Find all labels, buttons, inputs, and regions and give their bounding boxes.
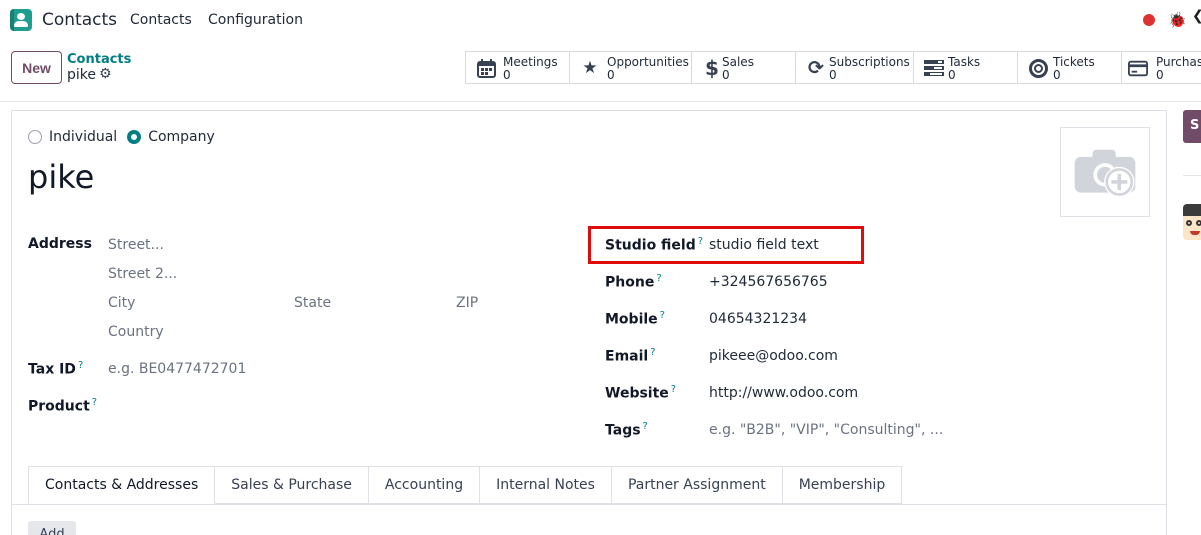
country-select[interactable]: Country [108, 324, 164, 340]
credit-card-icon [1128, 58, 1148, 78]
phone-input[interactable]: +324567656765 [709, 274, 828, 290]
radio-company[interactable] [127, 130, 142, 144]
subscriptions-count: 0 [829, 68, 837, 82]
mobile-help-icon[interactable]: ? [660, 310, 665, 321]
add-photo-camera-icon [1074, 149, 1136, 198]
tab-contacts-addresses[interactable]: Contacts & Addresses [28, 466, 216, 504]
state-select[interactable]: State [294, 295, 331, 311]
phone-help-icon[interactable]: ? [656, 273, 661, 284]
tab-sales-purchase[interactable]: Sales & Purchase [215, 466, 369, 504]
contacts-app-icon[interactable] [10, 9, 32, 31]
notebook-tabs: Contacts & Addresses Sales & Purchase Ac… [28, 466, 903, 504]
tabs-baseline [12, 504, 1166, 505]
breadcrumb-parent[interactable]: Contacts [67, 52, 131, 67]
tasks-label: Tasks [948, 55, 981, 69]
email-input[interactable]: pikeee@odoo.com [709, 348, 838, 364]
meetings-button[interactable]: Meetings 0 [466, 52, 570, 83]
tab-partner-assignment[interactable]: Partner Assignment [611, 466, 783, 504]
company-type-radio: Individual Company [28, 129, 225, 145]
tab-accounting[interactable]: Accounting [368, 466, 481, 504]
email-label: Email? [605, 347, 656, 365]
control-panel-divider [0, 101, 1201, 102]
top-navbar: Contacts Contacts Configuration 🐞 ❮ [0, 0, 1201, 40]
mobile-input[interactable]: 04654321234 [709, 311, 807, 327]
radio-individual-label[interactable]: Individual [49, 129, 117, 145]
sales-count: 0 [722, 68, 730, 82]
lifebuoy-icon [1028, 58, 1048, 78]
phone-label: Phone? [605, 273, 662, 291]
systray-more-icon[interactable]: ❮ [1192, 8, 1201, 24]
send-message-button[interactable]: S [1183, 110, 1201, 143]
email-help-icon[interactable]: ? [650, 347, 655, 358]
meetings-label: Meetings [503, 55, 558, 69]
refresh-icon: ⟳ [808, 57, 824, 79]
purchase-count: 0 [1156, 68, 1164, 82]
subscriptions-label: Subscriptions [829, 55, 910, 69]
purchase-label: Purchase [1156, 55, 1201, 69]
website-help-icon[interactable]: ? [671, 384, 676, 395]
studio-field-label: Studio field? [605, 236, 704, 254]
tax-id-help-icon[interactable]: ? [78, 360, 83, 371]
star-icon: ★ [582, 58, 598, 78]
tasks-icon [924, 58, 944, 78]
tab-internal-notes[interactable]: Internal Notes [480, 466, 612, 504]
meetings-count: 0 [503, 68, 511, 82]
new-button[interactable]: New [11, 51, 62, 84]
tags-input[interactable]: e.g. "B2B", "VIP", "Consulting", ... [709, 422, 943, 438]
radio-individual[interactable] [28, 130, 42, 144]
tasks-button[interactable]: Tasks 0 [914, 52, 1018, 83]
tasks-count: 0 [948, 68, 956, 82]
calendar-icon [476, 58, 496, 78]
gear-icon[interactable]: ⚙ [99, 66, 112, 82]
menu-contacts[interactable]: Contacts [130, 12, 192, 28]
tags-help-icon[interactable]: ? [643, 421, 648, 432]
avatar-upload[interactable] [1060, 127, 1150, 217]
sales-button[interactable]: $ Sales 0 [692, 52, 796, 83]
tags-label: Tags? [605, 421, 648, 439]
sales-label: Sales [722, 55, 754, 69]
studio-field-input[interactable]: studio field text [709, 237, 819, 253]
tax-id-label: Tax ID? [28, 360, 84, 378]
studio-field-help-icon[interactable]: ? [698, 236, 703, 247]
tickets-button[interactable]: Tickets 0 [1018, 52, 1122, 83]
product-help-icon[interactable]: ? [92, 397, 97, 408]
dollar-icon: $ [705, 56, 719, 80]
app-title[interactable]: Contacts [42, 10, 117, 30]
purchase-button[interactable]: Purchase 0 [1122, 52, 1201, 83]
opportunities-count: 0 [607, 68, 615, 82]
add-contact-button[interactable]: Add [28, 521, 76, 535]
street2-input[interactable]: Street 2... [108, 266, 177, 282]
opportunities-label: Opportunities [607, 55, 689, 69]
user-avatar[interactable] [1183, 204, 1201, 240]
tab-membership[interactable]: Membership [782, 466, 903, 504]
tickets-count: 0 [1053, 68, 1061, 82]
chatter-divider [1183, 175, 1201, 176]
partner-name-field[interactable]: pike [28, 158, 94, 196]
mobile-label: Mobile? [605, 310, 665, 328]
website-input[interactable]: http://www.odoo.com [709, 385, 858, 401]
breadcrumb-current: pike [67, 67, 96, 83]
website-label: Website? [605, 384, 677, 402]
street-input[interactable]: Street... [108, 237, 164, 253]
city-input[interactable]: City [108, 295, 135, 311]
smart-buttons: Meetings 0 ★ Opportunities 0 $ Sales 0 ⟳… [465, 51, 1201, 84]
tax-id-input[interactable]: e.g. BE0477472701 [108, 361, 246, 377]
zip-input[interactable]: ZIP [456, 295, 478, 311]
address-label: Address [28, 236, 92, 252]
menu-configuration[interactable]: Configuration [208, 12, 303, 28]
product-label: Product? [28, 397, 98, 415]
subscriptions-button[interactable]: ⟳ Subscriptions 0 [796, 52, 914, 83]
debug-bug-icon[interactable]: 🐞 [1168, 11, 1187, 29]
tickets-label: Tickets [1053, 55, 1095, 69]
opportunities-button[interactable]: ★ Opportunities 0 [570, 52, 692, 83]
radio-company-label[interactable]: Company [148, 129, 215, 145]
record-status-dot-icon[interactable] [1143, 14, 1155, 26]
